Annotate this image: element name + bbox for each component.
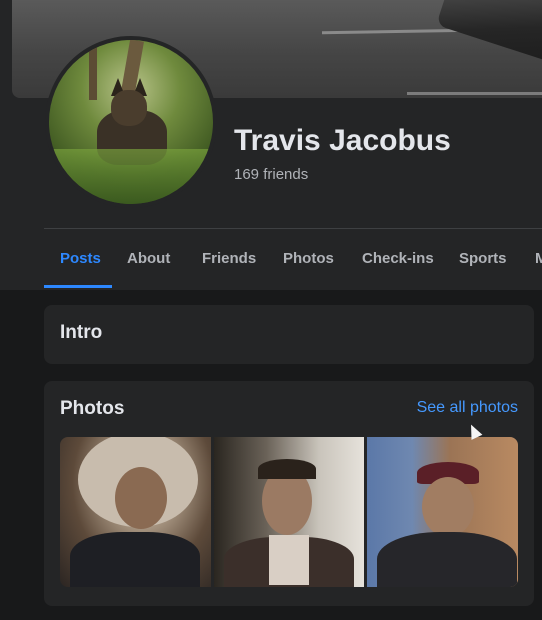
photo-jacket [70, 532, 200, 587]
friends-count[interactable]: 169 friends [234, 166, 308, 183]
photo-face [115, 467, 167, 529]
avatar-tree [89, 40, 97, 100]
photos-title: Photos [60, 398, 125, 419]
tab-posts[interactable]: Posts [44, 232, 112, 288]
tab-about[interactable]: About [111, 232, 186, 288]
avatar-image [49, 40, 213, 204]
see-all-photos-link[interactable]: See all photos [417, 399, 518, 417]
profile-tabs: Posts About Friends Photos Check-ins Spo… [44, 232, 542, 288]
tab-check-ins[interactable]: Check-ins [346, 232, 450, 288]
photo-scarf [269, 535, 309, 585]
intro-title: Intro [60, 322, 103, 343]
photo-face [422, 477, 474, 537]
tab-sports[interactable]: Sports [443, 232, 523, 288]
avatar-grass [49, 149, 213, 204]
profile-name: Travis Jacobus [234, 124, 451, 157]
avatar-dog-head [111, 90, 147, 126]
photos-card: Photos See all photos [44, 381, 534, 606]
intro-card: Intro [44, 305, 534, 364]
photo-thumbnail[interactable] [60, 437, 211, 587]
photo-shirt [377, 532, 517, 587]
profile-picture[interactable] [45, 36, 217, 208]
photo-hair [258, 459, 316, 479]
photo-thumbnail[interactable] [214, 437, 364, 587]
photo-thumbnail[interactable] [367, 437, 518, 587]
cover-vehicle [436, 0, 542, 69]
tab-photos[interactable]: Photos [267, 232, 350, 288]
tab-friends[interactable]: Friends [186, 232, 272, 288]
cover-road-marking [407, 92, 542, 95]
tab-more[interactable]: M [519, 232, 542, 288]
header-divider [44, 228, 542, 229]
